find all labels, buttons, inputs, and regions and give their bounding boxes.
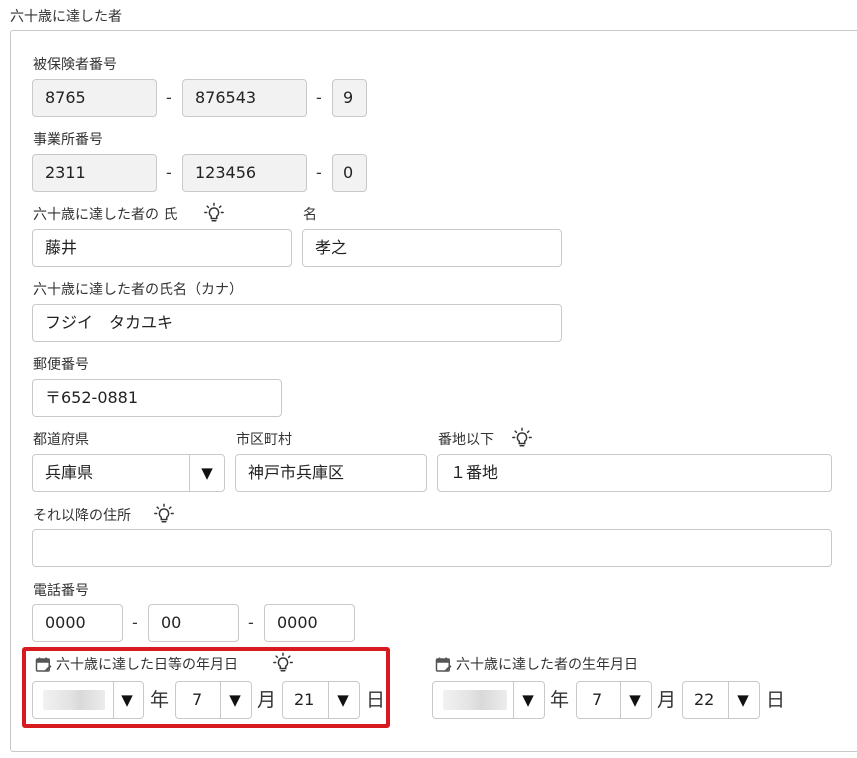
name-kana-input[interactable]: フジイ タカユキ <box>32 304 562 342</box>
phone-label: 電話番号 <box>33 583 89 599</box>
birth-month-unit: 月 <box>657 689 677 711</box>
birth-year-select[interactable]: ▼ <box>432 681 545 719</box>
highlight-box <box>22 647 390 728</box>
phone-dash2: - <box>248 613 254 632</box>
phone-dash1: - <box>132 613 138 632</box>
insured-number-label: 被保険者番号 <box>33 57 117 73</box>
select-divider <box>620 682 621 718</box>
phone-part3[interactable]: 0000 <box>264 604 355 642</box>
redacted-year <box>443 690 507 710</box>
office-number-part1[interactable]: 2311 <box>32 154 157 192</box>
insured-number-part3[interactable]: 9 <box>332 79 367 117</box>
insured-number-part1[interactable]: 8765 <box>32 79 157 117</box>
select-divider <box>189 455 190 491</box>
street-input[interactable]: １番地 <box>437 454 832 492</box>
lightbulb-icon[interactable] <box>511 427 533 449</box>
postal-code-input[interactable]: 〒652-0881 <box>32 379 282 417</box>
prefecture-value: 兵庫県 <box>45 463 94 482</box>
birth-month-value: 7 <box>592 690 603 709</box>
lightbulb-icon[interactable] <box>153 503 175 525</box>
select-divider <box>513 682 514 718</box>
select-divider <box>728 682 729 718</box>
city-label: 市区町村 <box>236 432 292 448</box>
dropdown-triangle-icon[interactable]: ▼ <box>517 682 539 718</box>
dropdown-triangle-icon[interactable]: ▼ <box>732 682 754 718</box>
office-number-part3[interactable]: 0 <box>332 154 367 192</box>
extra-address-input[interactable] <box>32 529 832 567</box>
office-number-dash1: - <box>166 163 172 182</box>
phone-part1[interactable]: 0000 <box>32 604 123 642</box>
dropdown-triangle-icon[interactable]: ▼ <box>624 682 646 718</box>
insured-number-part2[interactable]: 876543 <box>182 79 307 117</box>
insured-number-dash1: - <box>166 88 172 107</box>
calendar-edit-icon <box>435 657 452 672</box>
birth-day-value: 22 <box>694 690 715 709</box>
phone-part2[interactable]: 00 <box>148 604 239 642</box>
last-name-label: 六十歳に達した者の 氏 <box>33 207 178 223</box>
birth-day-select[interactable]: 22 ▼ <box>682 681 760 719</box>
office-number-part2[interactable]: 123456 <box>182 154 307 192</box>
first-name-label: 名 <box>303 207 317 223</box>
office-number-dash2: - <box>316 163 322 182</box>
birth-day-unit: 日 <box>766 689 786 711</box>
office-number-label: 事業所番号 <box>33 132 103 148</box>
first-name-input[interactable]: 孝之 <box>302 229 562 267</box>
prefecture-select[interactable]: 兵庫県 ▼ <box>32 454 225 492</box>
dropdown-triangle-icon[interactable]: ▼ <box>196 455 218 491</box>
name-kana-label: 六十歳に達した者の氏名（カナ） <box>33 282 243 298</box>
birth-date-label: 六十歳に達した者の生年月日 <box>456 657 638 673</box>
last-name-input[interactable]: 藤井 <box>32 229 292 267</box>
section-title: 六十歳に達した者 <box>10 9 122 25</box>
insured-number-dash2: - <box>316 88 322 107</box>
extra-address-label: それ以降の住所 <box>33 508 131 524</box>
birth-month-select[interactable]: 7 ▼ <box>576 681 652 719</box>
birth-year-unit: 年 <box>550 689 570 711</box>
postal-code-label: 郵便番号 <box>33 357 89 373</box>
lightbulb-icon[interactable] <box>203 202 225 224</box>
street-label: 番地以下 <box>438 432 494 448</box>
prefecture-label: 都道府県 <box>33 432 89 448</box>
city-input[interactable]: 神戸市兵庫区 <box>235 454 427 492</box>
